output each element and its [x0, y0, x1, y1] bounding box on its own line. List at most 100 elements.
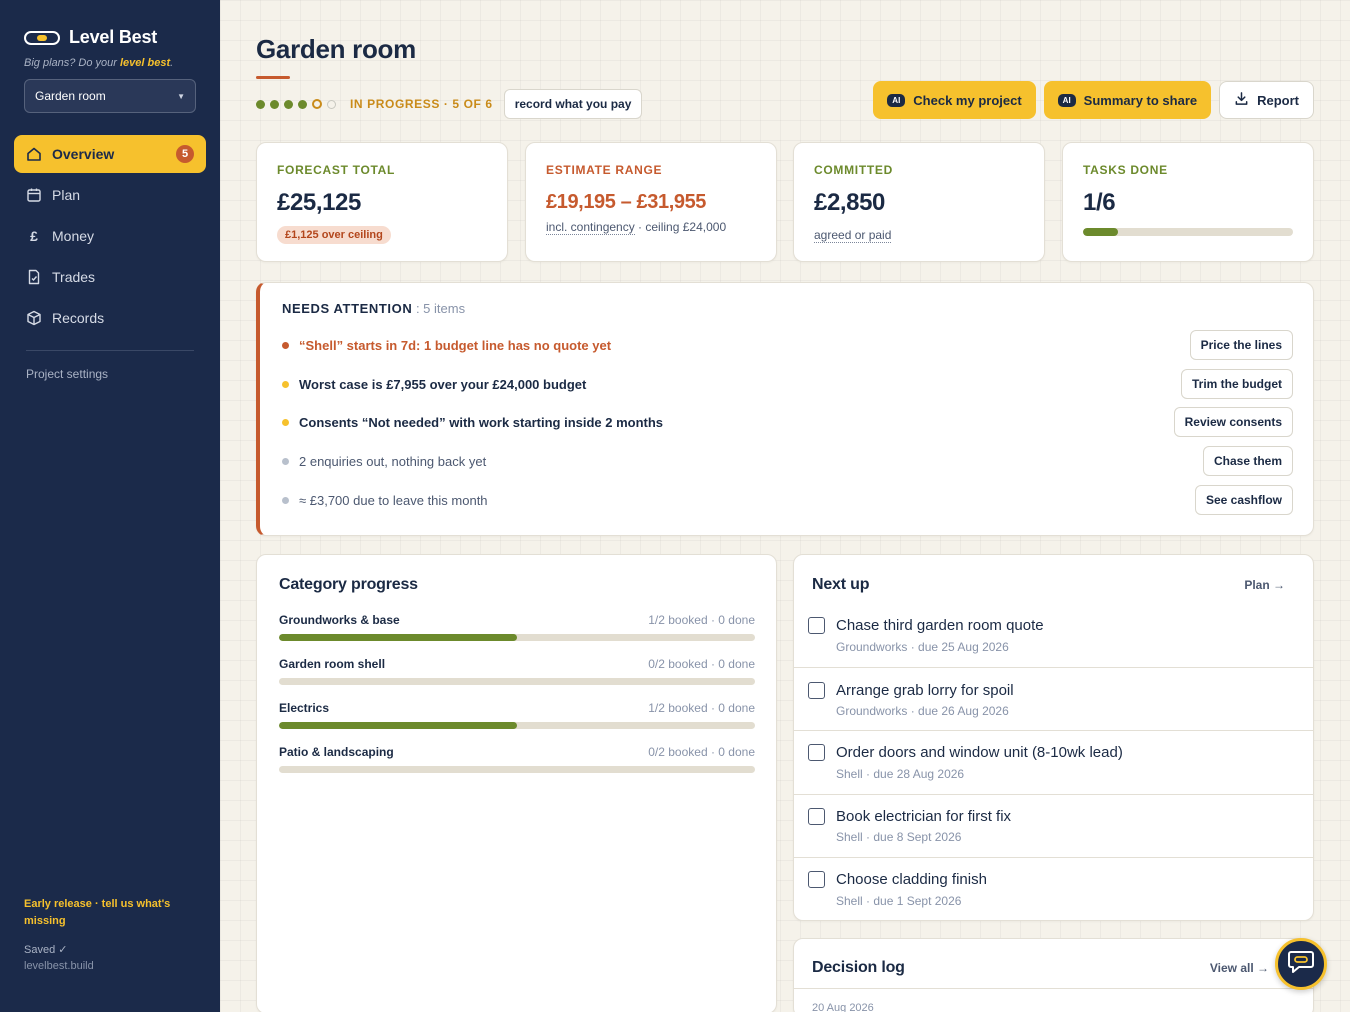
category-progress-bar [279, 722, 755, 729]
task-meta: Shell · due 1 Sept 2026 [836, 894, 962, 908]
sidebar-item-trades[interactable]: Trades [14, 258, 206, 296]
category-row[interactable]: Patio & landscaping 0/2 booked · 0 done [279, 745, 755, 773]
attention-title: NEEDS ATTENTION [282, 301, 413, 316]
project-select[interactable]: Garden room ▼ [24, 79, 196, 113]
task-checkbox[interactable] [808, 744, 825, 761]
card-title: Category progress [279, 576, 418, 593]
category-name: Garden room shell [279, 657, 386, 671]
task-row: Arrange grab lorry for spoil Groundworks… [794, 667, 1313, 731]
report-label: Report [1257, 92, 1299, 108]
sidebar-item-label: Plan [52, 187, 81, 203]
category-meta: 0/2 booked · 0 done [648, 657, 755, 671]
stat-value: 1/6 [1083, 189, 1116, 216]
attention-item: “Shell” starts in 7d: 1 budget line has … [282, 330, 1293, 360]
task-row: Order doors and window unit (8-10wk lead… [794, 730, 1313, 794]
early-release-link[interactable]: Early release · tell us what's missing [24, 896, 194, 930]
tagline: Big plans? Do your level best. [24, 57, 173, 69]
review-consents-button[interactable]: Review consents [1173, 407, 1293, 437]
task-checkbox[interactable] [808, 617, 825, 634]
stat-value: £25,125 [277, 189, 361, 216]
task-title[interactable]: Order doors and window unit (8-10wk lead… [836, 744, 1123, 761]
attention-text: Worst case is £7,955 over your £24,000 b… [299, 376, 587, 392]
brand-name: Level Best [69, 27, 158, 47]
brand[interactable]: Level Best [24, 27, 157, 48]
warning-dot-icon [282, 418, 289, 426]
trim-budget-button[interactable]: Trim the budget [1181, 369, 1293, 399]
divider [794, 988, 1313, 989]
stat-sub: agreed or paid [814, 228, 892, 243]
project-settings-link[interactable]: Project settings [26, 367, 108, 381]
sidebar-item-money[interactable]: £ Money [14, 217, 206, 255]
chat-bubble-icon [1287, 949, 1315, 980]
chase-them-button[interactable]: Chase them [1202, 446, 1293, 476]
report-button[interactable]: Report [1219, 81, 1314, 119]
ai-chip: AI [1057, 93, 1076, 107]
attention-item: Worst case is £7,955 over your £24,000 b… [282, 369, 1293, 399]
attention-text: 2 enquiries out, nothing back yet [299, 453, 487, 469]
stat-label: COMMITTED [814, 163, 893, 177]
tagline-prefix: Big plans? Do your [24, 57, 120, 69]
status-text: IN PROGRESS · 5 OF 6 [350, 97, 493, 111]
sidebar-item-plan[interactable]: Plan [14, 176, 206, 214]
forecast-total-card[interactable]: FORECAST TOTAL £25,125 £1,125 over ceili… [256, 142, 508, 262]
task-title[interactable]: Book electrician for first fix [836, 808, 1011, 825]
warning-dot-icon [282, 380, 289, 388]
task-checkbox[interactable] [808, 871, 825, 888]
ai-chip: AI [887, 93, 906, 107]
info-dot-icon [282, 496, 289, 504]
attention-heading: NEEDS ATTENTION : 5 items [282, 301, 465, 316]
category-row[interactable]: Groundworks & base 1/2 booked · 0 done [279, 613, 755, 641]
check-project-button[interactable]: AI Check my project [873, 81, 1036, 119]
plan-link[interactable]: Plan → [1244, 578, 1285, 592]
attention-item: 2 enquiries out, nothing back yet Chase … [282, 446, 1293, 476]
category-progress-card: Category progress Groundworks & base 1/2 … [256, 554, 777, 1012]
sidebar-item-records[interactable]: Records [14, 299, 206, 337]
task-checkbox[interactable] [808, 682, 825, 699]
agreed-paid-link[interactable]: agreed or paid [814, 228, 892, 243]
level-logo-icon [24, 30, 60, 45]
pound-icon: £ [30, 228, 38, 244]
ceiling-text: · ceiling £24,000 [634, 220, 727, 234]
stage-dot-complete [256, 99, 265, 109]
task-title[interactable]: Chase third garden room quote [836, 617, 1044, 634]
tagline-highlight: level best [120, 57, 171, 69]
stat-label: TASKS DONE [1083, 163, 1168, 177]
record-payment-button[interactable]: record what you pay [503, 89, 643, 119]
category-meta: 1/2 booked · 0 done [648, 613, 755, 627]
summary-label: Summary to share [1083, 92, 1198, 108]
sidebar-item-overview[interactable]: Overview 5 [14, 135, 206, 173]
site-url: levelbest.build [24, 960, 94, 972]
chat-button[interactable] [1275, 938, 1327, 990]
estimate-range-card[interactable]: ESTIMATE RANGE £19,195 – £31,955 incl. c… [525, 142, 777, 262]
task-meta: Shell · due 8 Sept 2026 [836, 830, 962, 844]
save-status: Saved ✓ [24, 944, 68, 956]
category-row[interactable]: Garden room shell 0/2 booked · 0 done [279, 657, 755, 685]
sidebar-item-label: Overview [52, 146, 115, 162]
summary-button[interactable]: AI Summary to share [1043, 81, 1212, 119]
attention-item: ≈ £3,700 due to leave this month See cas… [282, 485, 1293, 515]
committed-card[interactable]: COMMITTED £2,850 agreed or paid [793, 142, 1045, 262]
stat-label: ESTIMATE RANGE [546, 163, 663, 177]
task-title[interactable]: Choose cladding finish [836, 871, 987, 888]
stage-progress: IN PROGRESS · 5 OF 6 record what you pay [256, 89, 643, 119]
task-row: Choose cladding finish Shell · due 1 Sep… [794, 857, 1313, 921]
home-icon [26, 146, 42, 162]
tasks-done-card[interactable]: TASKS DONE 1/6 [1062, 142, 1314, 262]
card-title: Decision log [812, 959, 905, 976]
category-meta: 0/2 booked · 0 done [648, 745, 755, 759]
see-cashflow-button[interactable]: See cashflow [1194, 485, 1293, 515]
contingency-link[interactable]: incl. contingency [546, 220, 635, 235]
stage-dot-complete [270, 99, 279, 109]
task-meta: Groundworks · due 25 Aug 2026 [836, 640, 1009, 654]
task-title[interactable]: Arrange grab lorry for spoil [836, 682, 1014, 699]
attention-count: : 5 items [412, 301, 466, 316]
category-row[interactable]: Electrics 1/2 booked · 0 done [279, 701, 755, 729]
task-meta: Shell · due 28 Aug 2026 [836, 767, 965, 781]
task-checkbox[interactable] [808, 808, 825, 825]
info-dot-icon [282, 457, 289, 465]
tasks-progress-bar [1083, 228, 1293, 236]
task-row: Book electrician for first fix Shell · d… [794, 794, 1313, 858]
chevron-down-icon: ▼ [177, 91, 185, 101]
price-lines-button[interactable]: Price the lines [1189, 330, 1293, 360]
view-all-link[interactable]: View all → [1210, 961, 1269, 975]
